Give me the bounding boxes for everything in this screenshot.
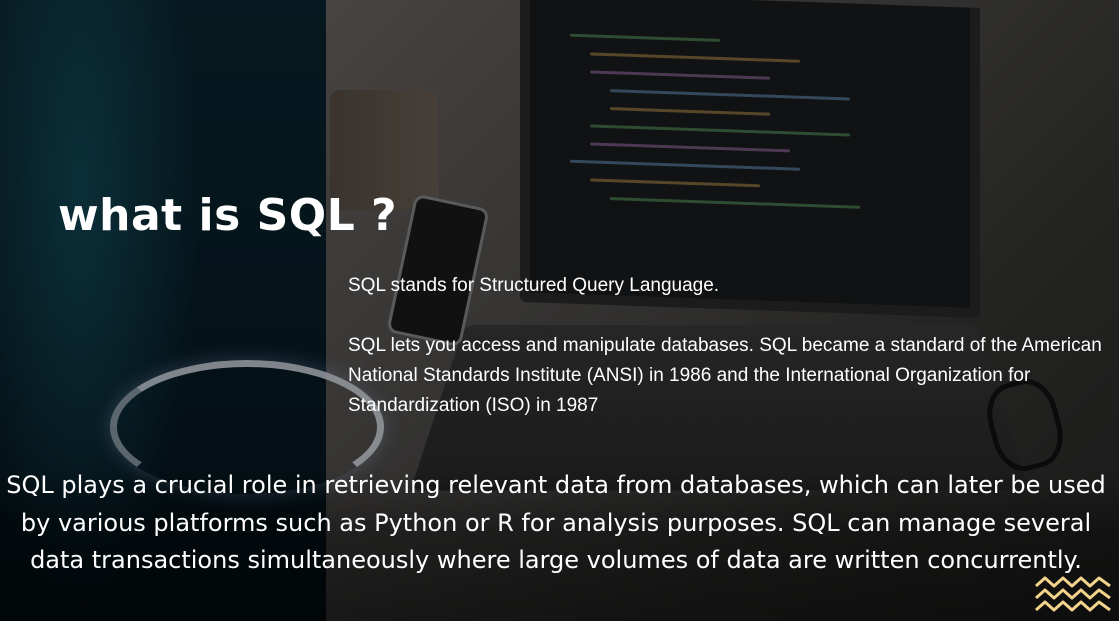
definition-paragraph: SQL stands for Structured Query Language…: [348, 275, 720, 296]
history-paragraph: SQL lets you access and manipulate datab…: [348, 335, 1102, 416]
role-paragraph: SQL plays a crucial role in retrieving r…: [6, 471, 1106, 574]
zigzag-waves-icon: [1035, 576, 1111, 612]
slide-title: what is SQL ?: [58, 190, 398, 241]
